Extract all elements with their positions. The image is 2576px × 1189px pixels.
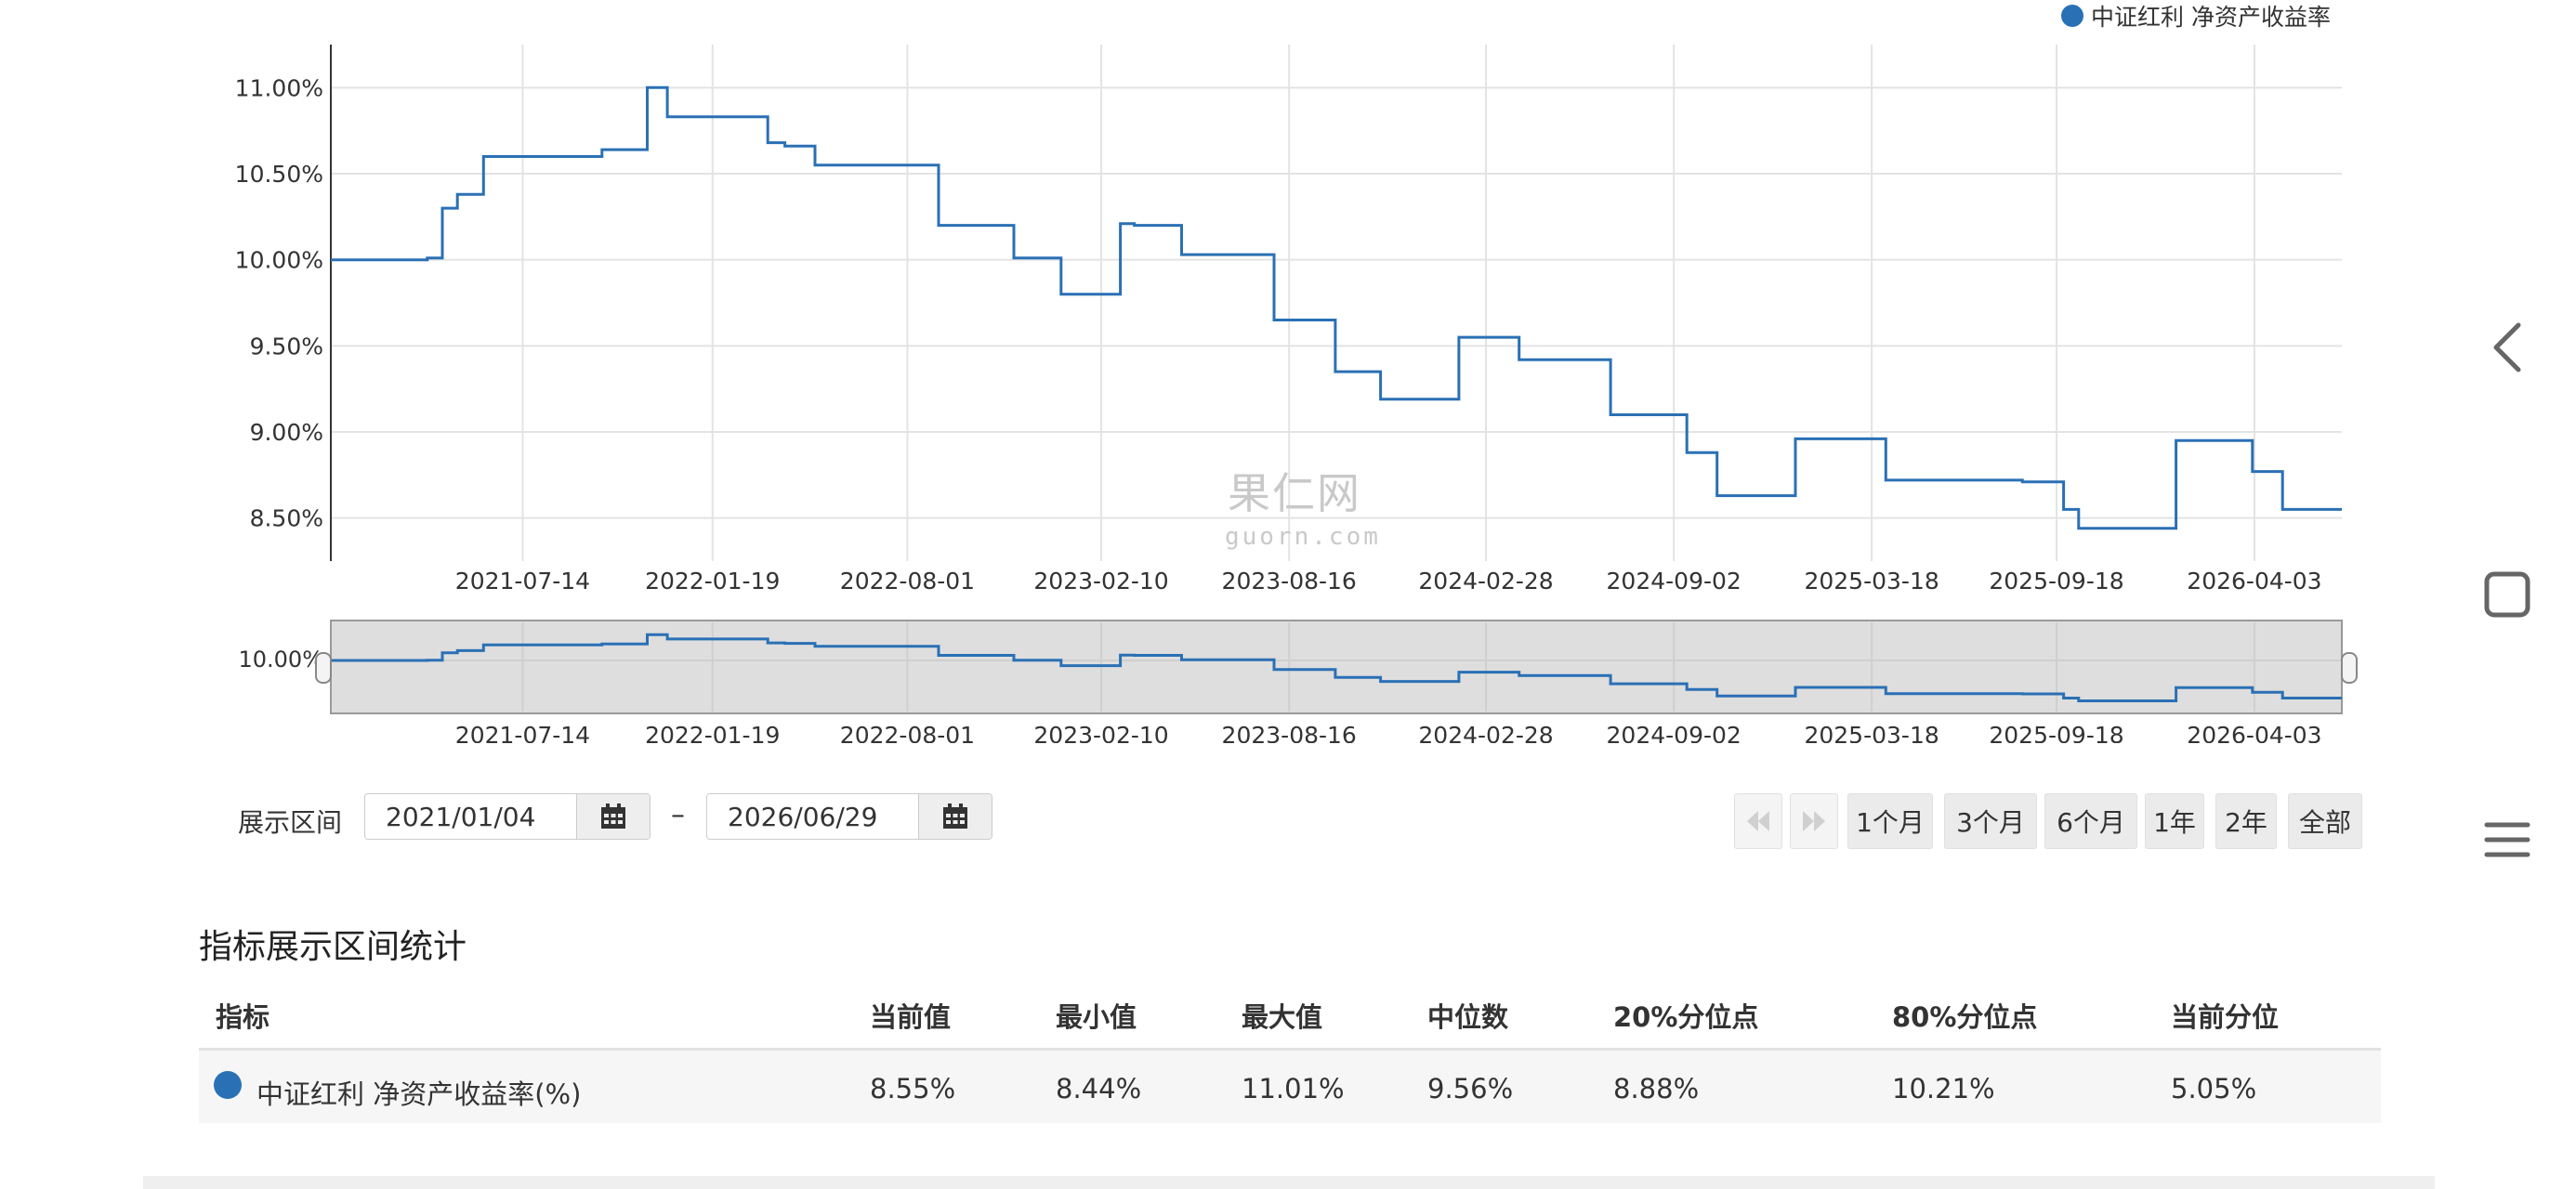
chart-grid [331, 45, 2342, 561]
header-percentile: 当前分位 [2171, 1001, 2280, 1033]
table-header: 指标 当前值 最小值 最大值 中位数 20%分位点 80%分位点 当前分位 [199, 986, 2381, 1051]
x-tick-label: 2025-09-18 [1989, 568, 2123, 594]
y-tick-label: 8.50% [250, 505, 323, 532]
range-3m-button[interactable]: 3个月 [1944, 793, 2037, 849]
y-axis-labels: 8.50% 9.00% 9.50% 10.00% 10.50% 11.00% [235, 74, 323, 531]
navigator-x-tick-label: 2023-08-16 [1222, 722, 1357, 743]
x-tick-label: 2024-09-02 [1607, 568, 1741, 594]
home-nav-button[interactable] [2463, 550, 2552, 639]
x-axis-labels: 2021-07-14 2022-01-19 2022-08-01 2023-02-10… [455, 568, 2322, 594]
row-p20: 8.88% [1613, 1073, 1700, 1104]
home-square-icon [2484, 571, 2530, 618]
series-group [331, 85, 2342, 530]
navigator-x-tick-label: 2021-07-14 [455, 722, 590, 743]
header-max: 最大值 [1242, 1001, 1323, 1033]
stats-title: 指标展示区间统计 [199, 928, 467, 966]
row-p80: 10.21% [1892, 1073, 1995, 1104]
header-median: 中位数 [1427, 1001, 1509, 1033]
start-date-field[interactable]: 2021/01/04 [364, 793, 651, 840]
header-min: 最小值 [1056, 1001, 1137, 1033]
navigator-x-tick-label: 2025-09-18 [1989, 722, 2123, 743]
bottom-divider [143, 1176, 2435, 1189]
double-chevron-left-icon [1747, 811, 1769, 831]
navigator-x-tick-label: 2022-01-19 [645, 722, 780, 743]
header-p20: 20%分位点 [1613, 1001, 1759, 1033]
range-1m-button[interactable]: 1个月 [1847, 793, 1933, 849]
x-tick-label: 2023-08-16 [1222, 568, 1357, 594]
row-current: 8.55% [870, 1073, 956, 1104]
navigator-x-tick-label: 2024-02-28 [1418, 722, 1553, 743]
row-percentile: 5.05% [2171, 1073, 2257, 1104]
chart-area: 中证红利 净资产收益率 8.50% 9.00% 9.50% 10.00% 10.50% 1… [235, 4, 2358, 743]
y-tick-label: 10.00% [235, 247, 323, 274]
range-1y-button[interactable]: 1年 [2145, 793, 2204, 849]
menu-icon [2484, 822, 2530, 857]
row-median: 9.56% [1427, 1073, 1514, 1104]
navigator-x-tick-label: 2025-03-18 [1804, 722, 1939, 743]
calendar-icon[interactable] [576, 794, 650, 839]
navigator-x-tick-label: 2023-02-10 [1033, 722, 1168, 743]
x-tick-label: 2022-01-19 [645, 568, 780, 594]
x-tick-label: 2021-07-14 [455, 568, 590, 594]
row-name: 中证红利 净资产收益率(%) [256, 1078, 582, 1110]
navigator-x-tick-label: 2024-09-02 [1607, 722, 1741, 743]
start-date-value[interactable]: 2021/01/04 [365, 802, 576, 832]
navigator-background [330, 620, 2343, 714]
header-current: 当前值 [870, 1001, 952, 1033]
row-min: 8.44% [1056, 1073, 1142, 1104]
table-row: 中证红利 净资产收益率(%) 8.55% 8.44% 11.01% 9.56% … [199, 1051, 2381, 1123]
range-2y-button[interactable]: 2年 [2215, 793, 2277, 849]
range-all-button[interactable]: 全部 [2288, 793, 2362, 849]
first-page-button[interactable] [1734, 793, 1782, 849]
end-date-value[interactable]: 2026/06/29 [707, 802, 918, 832]
series-color-dot [214, 1071, 242, 1099]
row-max: 11.01% [1242, 1073, 1345, 1104]
series-line [331, 85, 2342, 530]
range-separator: – [671, 799, 685, 831]
x-tick-label: 2024-02-28 [1418, 568, 1553, 594]
double-chevron-right-icon [1803, 811, 1825, 831]
y-tick-label: 9.00% [250, 419, 323, 446]
navigator-y-label: 10.00% [238, 647, 323, 673]
x-tick-label: 2022-08-01 [840, 568, 975, 594]
header-indicator: 指标 [216, 1001, 270, 1033]
navigator[interactable]: 10.00% 2021-07-14 2022-01-19 2022-08-01 202… [238, 620, 2358, 743]
x-tick-label: 2023-02-10 [1033, 568, 1168, 594]
chart-legend[interactable]: 中证红利 净资产收益率 [2061, 4, 2331, 31]
header-p80: 80%分位点 [1892, 1001, 2038, 1033]
last-page-button[interactable] [1790, 793, 1838, 849]
back-icon [2493, 322, 2521, 372]
y-tick-label: 10.50% [235, 161, 323, 188]
calendar-icon[interactable] [918, 794, 992, 839]
x-tick-label: 2025-03-18 [1804, 568, 1939, 594]
legend-label: 中证红利 净资产收益率 [2091, 4, 2331, 31]
stats-table: 指标 当前值 最小值 最大值 中位数 20%分位点 80%分位点 当前分位 中证… [199, 986, 2381, 1123]
navigator-right-handle[interactable] [2341, 652, 2358, 684]
end-date-field[interactable]: 2026/06/29 [706, 793, 992, 840]
navigator-x-tick-label: 2022-08-01 [840, 722, 975, 743]
recents-nav-button[interactable] [2463, 795, 2552, 884]
legend-marker [2061, 5, 2083, 27]
y-tick-label: 9.50% [250, 333, 323, 359]
range-label: 展示区间 [238, 807, 343, 838]
navigator-x-labels: 2021-07-14 2022-01-19 2022-08-01 2023-02-10… [455, 722, 2322, 743]
x-tick-label: 2026-04-03 [2187, 568, 2321, 594]
navigator-left-handle[interactable] [315, 652, 332, 684]
range-6m-button[interactable]: 6个月 [2044, 793, 2137, 849]
back-nav-button[interactable] [2463, 303, 2552, 392]
y-tick-label: 11.00% [235, 74, 323, 101]
navigator-x-tick-label: 2026-04-03 [2187, 722, 2321, 743]
